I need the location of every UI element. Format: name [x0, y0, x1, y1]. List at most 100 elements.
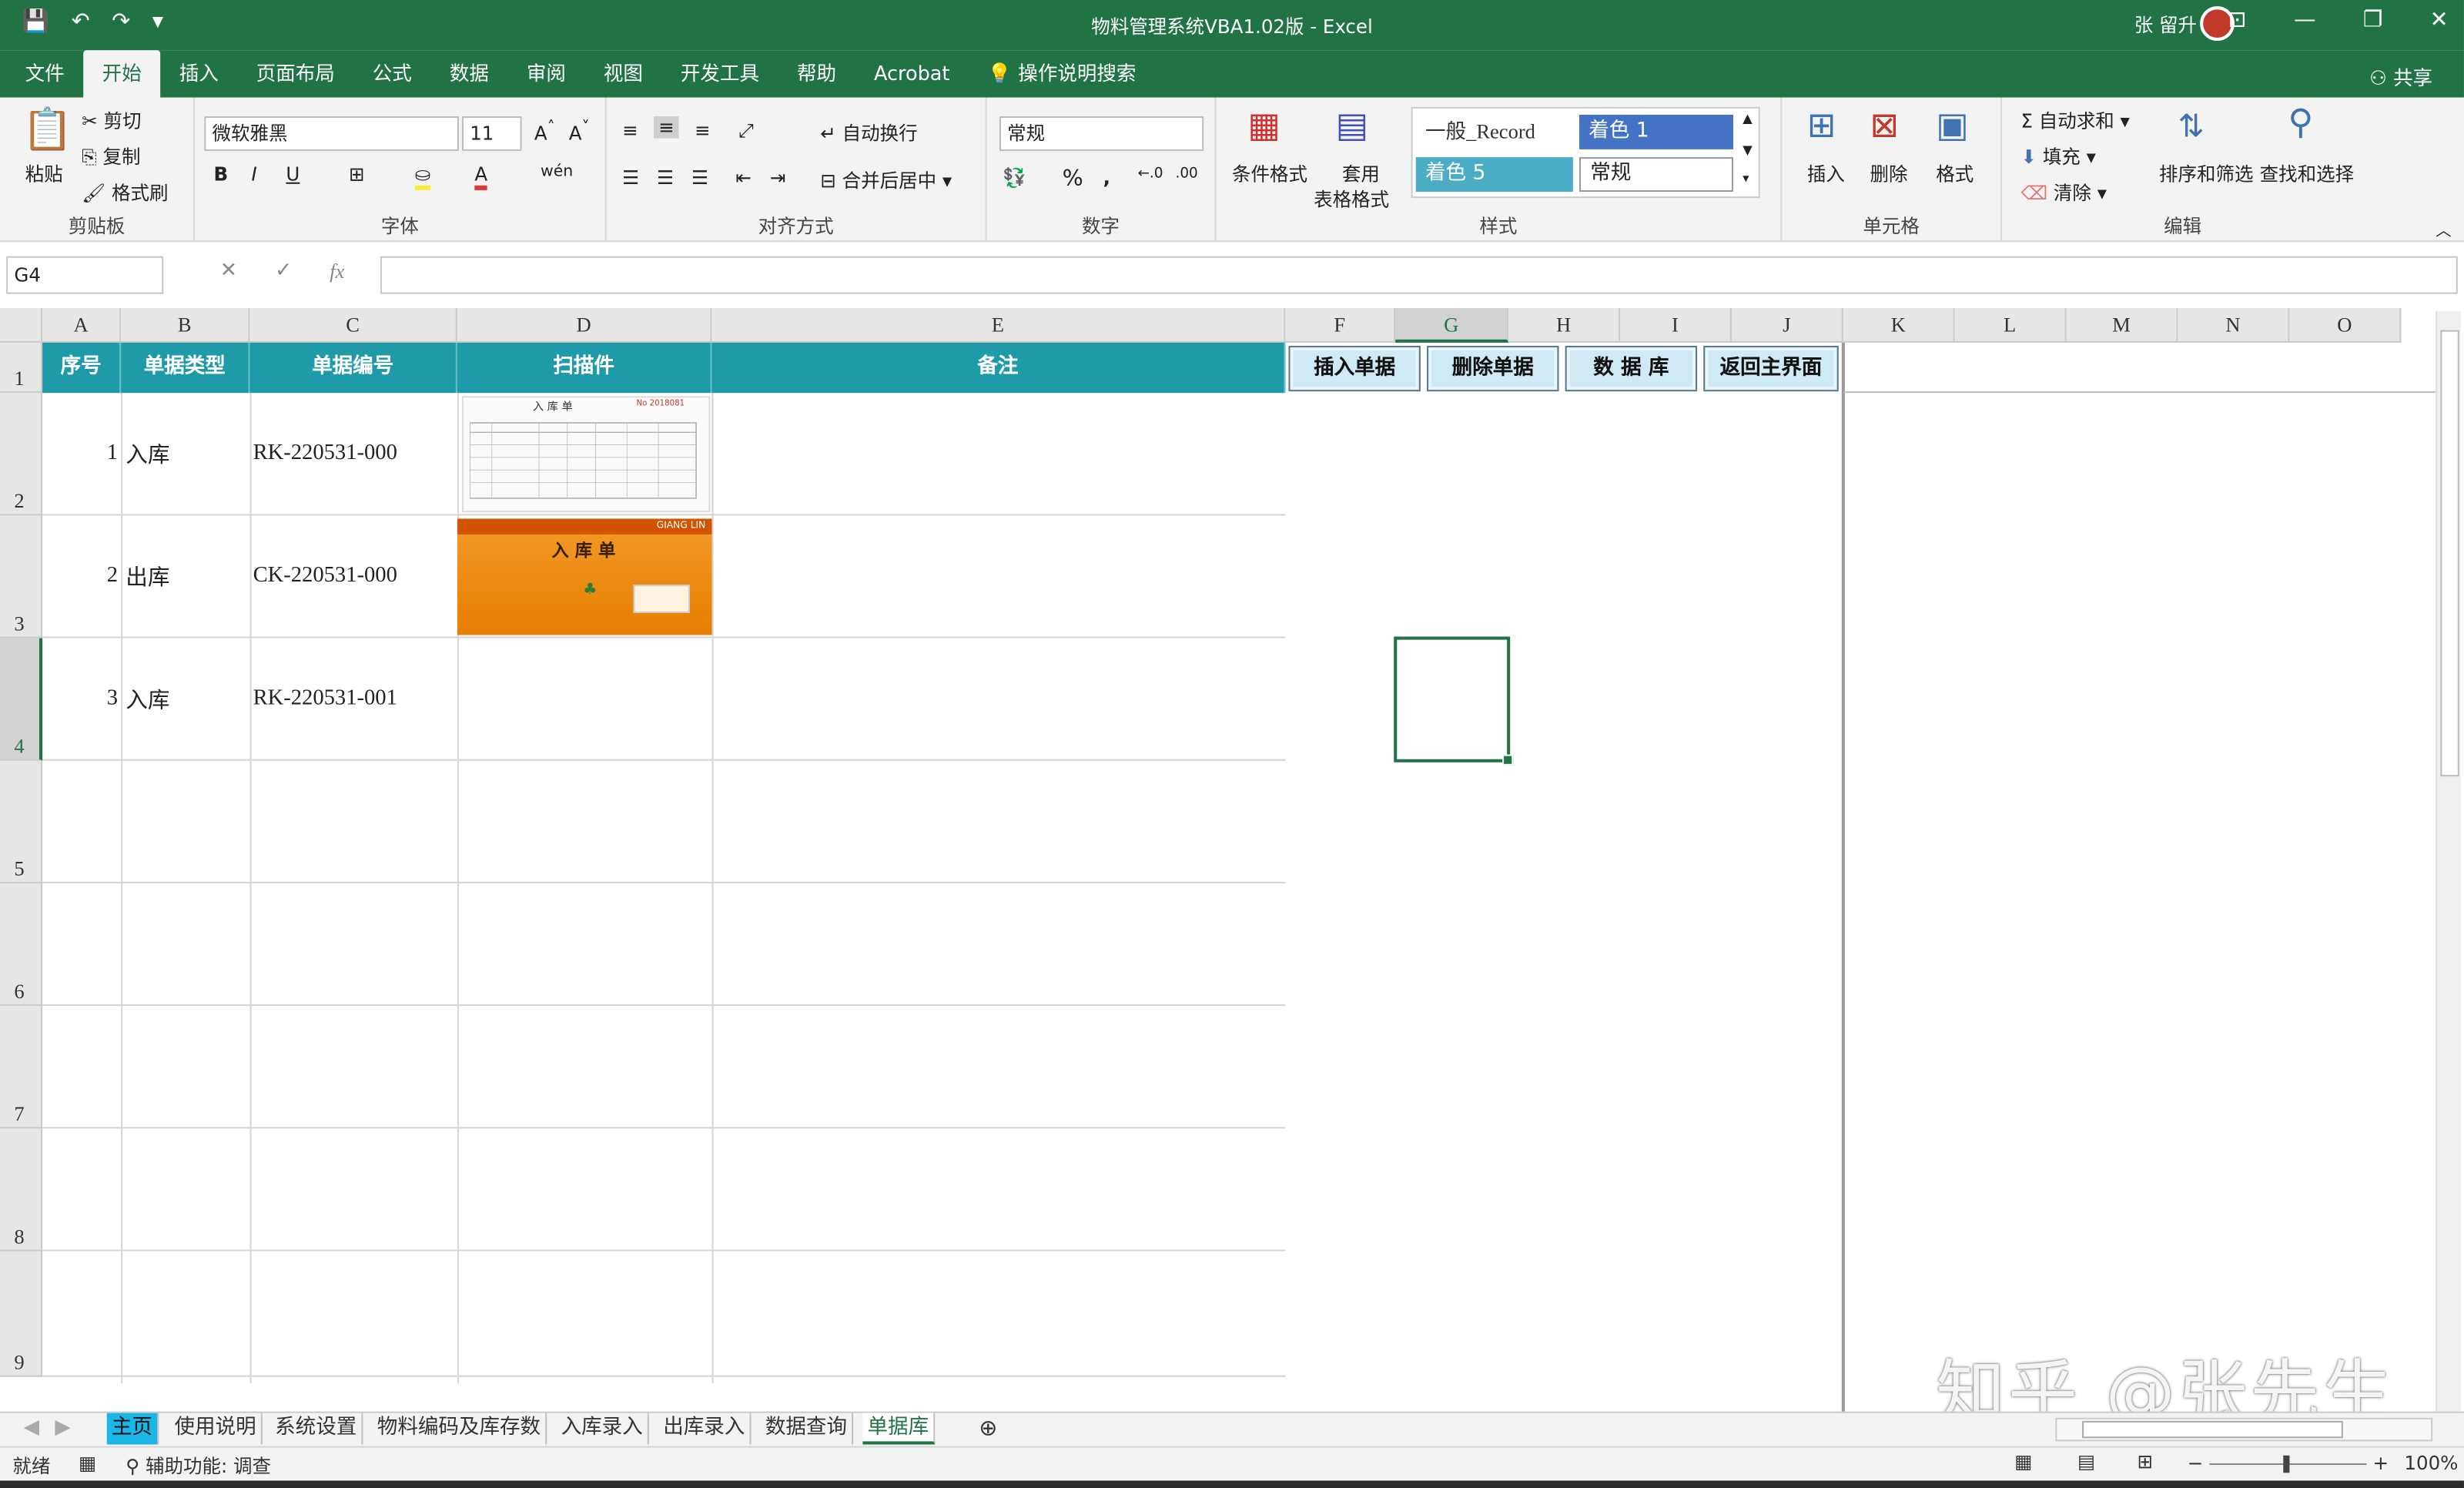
tab-formulas[interactable]: 公式 [353, 50, 430, 97]
align-left-icon[interactable]: ☰ [622, 166, 639, 189]
column-header[interactable]: N [2178, 307, 2290, 343]
vertical-scroll-thumb[interactable] [2440, 330, 2459, 777]
horizontal-scroll-thumb[interactable] [2082, 1420, 2343, 1439]
font-size-select[interactable]: 11 [461, 116, 522, 151]
find-select-icon[interactable]: ⚲ [2288, 104, 2313, 143]
cancel-icon[interactable]: ✕ [220, 260, 237, 285]
column-header[interactable]: K [1843, 307, 1955, 343]
restore-icon[interactable]: ❐ [2363, 8, 2383, 33]
table-format-button-line1[interactable]: 套用 [1342, 160, 1380, 187]
style-accent-1[interactable]: 着色 1 [1579, 114, 1734, 149]
horizontal-scrollbar[interactable] [2055, 1417, 2433, 1442]
close-icon[interactable]: ✕ [2430, 8, 2449, 33]
sheet-tab[interactable]: 数据查询 [761, 1413, 854, 1445]
grow-font-icon[interactable]: A˄ [534, 119, 555, 145]
delete-cells-icon[interactable]: ⊠ [1870, 107, 1900, 146]
paste-button[interactable]: 粘贴 [25, 160, 63, 187]
header-cell-code[interactable]: 单据编号 [249, 342, 457, 394]
style-normal[interactable]: 常规 [1579, 157, 1734, 192]
row-header[interactable]: 5 [0, 760, 43, 883]
formula-input[interactable] [380, 256, 2458, 294]
align-middle-icon[interactable]: ≡ [653, 116, 679, 139]
column-header-selected[interactable]: G [1395, 307, 1509, 343]
tell-me-search[interactable]: 💡 操作说明搜索 [969, 50, 1155, 97]
number-format-select[interactable]: 常规 [999, 116, 1204, 151]
tab-review[interactable]: 审阅 [507, 50, 584, 97]
conditional-format-button[interactable]: 条件格式 [1232, 160, 1307, 187]
insert-cells-icon[interactable]: ⊞ [1807, 107, 1836, 146]
row-header[interactable]: 7 [0, 1006, 43, 1129]
sheet-tab-active[interactable]: 单据库 [862, 1413, 936, 1445]
enter-icon[interactable]: ✓ [275, 260, 292, 285]
tab-file[interactable]: 文件 [0, 50, 83, 97]
header-cell-remark[interactable]: 备注 [711, 342, 1286, 394]
fill-color-icon[interactable]: ⛀ [414, 163, 431, 190]
decrease-decimal-icon[interactable]: .00 [1176, 166, 1198, 182]
format-cells-icon[interactable]: ▣ [1936, 107, 1968, 146]
copy-button[interactable]: ⎘ 复制 [82, 143, 140, 170]
comma-icon[interactable]: , [1103, 166, 1110, 189]
column-header[interactable]: M [2066, 307, 2178, 343]
row-header-selected[interactable]: 4 [0, 638, 43, 761]
page-break-view-icon[interactable]: ⊞ [2137, 1451, 2153, 1473]
column-header[interactable]: C [249, 307, 457, 343]
user-name[interactable]: 张 留升 [2134, 11, 2197, 38]
font-color-icon[interactable]: A [474, 163, 488, 190]
sheet-tab[interactable]: 系统设置 [270, 1413, 363, 1445]
table-format-button-line2[interactable]: 表格格式 [1314, 186, 1389, 213]
merge-center-button[interactable]: ⊟ 合并后居中 ▾ [820, 166, 952, 193]
zoom-slider-thumb[interactable] [2283, 1455, 2290, 1473]
ribbon-display-icon[interactable]: ⊡ [2228, 8, 2247, 33]
cut-button[interactable]: ✂ 剪切 [82, 107, 141, 134]
select-all-corner[interactable] [0, 307, 43, 343]
paste-icon[interactable]: 📋 [22, 107, 73, 154]
gallery-more-icon[interactable]: ▾ [1743, 171, 1749, 185]
scan-image-receipt-form[interactable]: 入 库 单 No 2018081 [461, 396, 711, 513]
sheet-tab-home[interactable]: 主页 [106, 1413, 159, 1445]
header-cell-no[interactable]: 序号 [42, 342, 122, 394]
currency-icon[interactable]: 💱 [1003, 166, 1026, 189]
cell-code[interactable]: CK-220531-000 [253, 515, 454, 638]
sort-filter-icon[interactable]: ⇅ [2178, 107, 2205, 145]
row-header[interactable]: 1 [0, 342, 43, 394]
sheet-tab[interactable]: 使用说明 [169, 1413, 263, 1445]
column-header[interactable]: B [121, 307, 250, 343]
gallery-scroll-up-icon[interactable]: ▲ [1743, 112, 1753, 126]
row-header[interactable]: 2 [0, 393, 43, 516]
header-cell-scan[interactable]: 扫描件 [457, 342, 712, 394]
sheet-tab[interactable]: 出库录入 [658, 1413, 752, 1445]
normal-view-icon[interactable]: ▦ [2014, 1451, 2032, 1473]
column-header[interactable]: A [42, 307, 122, 343]
column-header[interactable]: H [1508, 307, 1621, 343]
row-header[interactable]: 6 [0, 883, 43, 1007]
orientation-icon[interactable]: ⤢ [738, 119, 754, 143]
worksheet-grid[interactable]: A B C D E F G H I J K L M N O 1 2 3 4 5 … [0, 307, 2464, 1412]
align-top-icon[interactable]: ≡ [622, 119, 638, 142]
cell-no[interactable]: 1 [42, 393, 118, 515]
borders-icon[interactable]: ⊞ [349, 163, 365, 186]
cell-no[interactable]: 2 [42, 515, 118, 638]
insert-cells-button[interactable]: 插入 [1807, 160, 1845, 187]
column-header[interactable]: E [711, 307, 1286, 343]
column-header[interactable]: F [1285, 307, 1396, 343]
zoom-level[interactable]: 100% [2404, 1453, 2458, 1475]
row-header[interactable]: 3 [0, 515, 43, 638]
cell-type[interactable]: 出库 [126, 515, 248, 638]
tab-help[interactable]: 帮助 [778, 50, 855, 97]
align-center-icon[interactable]: ☰ [657, 166, 674, 189]
macro-record-icon[interactable]: ▦ [79, 1453, 96, 1475]
percent-icon[interactable]: % [1063, 166, 1083, 192]
row-header[interactable]: 9 [0, 1251, 43, 1377]
page-layout-view-icon[interactable]: ▤ [2077, 1451, 2095, 1473]
vertical-scrollbar[interactable] [2436, 311, 2461, 1415]
cell-code[interactable]: RK-220531-000 [253, 393, 454, 515]
style-record[interactable]: 一般_Record [1416, 115, 1573, 149]
sheet-tab[interactable]: 物料编码及库存数 [373, 1413, 547, 1445]
tab-data[interactable]: 数据 [430, 50, 507, 97]
format-cells-button[interactable]: 格式 [1936, 160, 1974, 187]
align-bottom-icon[interactable]: ≡ [695, 119, 711, 142]
cell-code[interactable]: RK-220531-001 [253, 638, 454, 761]
increase-indent-icon[interactable]: ⇥ [770, 166, 786, 189]
next-sheet-icon[interactable]: ▶ [50, 1413, 75, 1445]
delete-document-button[interactable]: 删除单据 [1427, 345, 1559, 392]
